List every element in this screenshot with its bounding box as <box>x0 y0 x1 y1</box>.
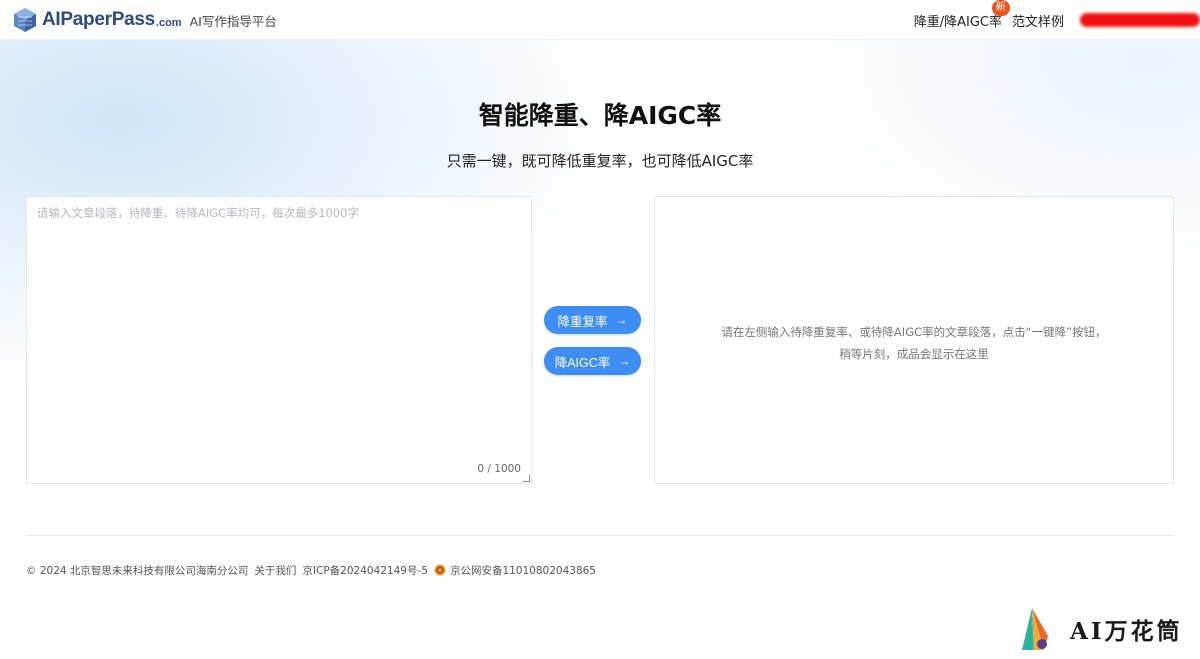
icp-link[interactable]: 京ICP备2024042149号-5 <box>302 563 428 578</box>
logo-name: AIPaperPass <box>42 9 155 30</box>
output-hint-line-2: 稍等片刻，成品会显示在这里 <box>839 347 989 361</box>
page-title: 智能降重、降AIGC率 <box>478 101 722 130</box>
footer-divider <box>26 535 1174 536</box>
new-badge: 新 <box>991 0 1010 16</box>
kaleidoscope-logo-icon <box>1022 608 1048 650</box>
output-hint-line-1: 请在左侧输入待降重复率、或待降AIGC率的文章段落，点击“一键降”按钮， <box>721 325 1107 339</box>
copyright-text: © 2024 北京智思未来科技有限公司海南分公司 <box>26 564 249 577</box>
nav-reduce-aigc[interactable]: 降重/降AIGC率 新 <box>913 0 1010 30</box>
reduce-aigc-button[interactable]: 降AIGC率 → <box>544 347 641 375</box>
input-panel: 0 / 1000 <box>26 196 532 484</box>
logo-suffix: .com <box>155 17 182 29</box>
site-tagline: AI写作指导平台 <box>189 13 277 29</box>
nav-reduce-label: 降重/降AIGC率 <box>913 14 1002 30</box>
about-link[interactable]: 关于我们 <box>254 563 296 578</box>
site-logo[interactable]: AIPaperPass .com AI写作指导平台 <box>12 7 277 33</box>
reduce-repeat-button[interactable]: 降重复率 → <box>544 306 641 334</box>
header-nav: 降重/降AIGC率 新 范文样例 <box>914 0 1200 40</box>
reduce-aigc-label: 降AIGC率 <box>554 355 611 370</box>
reduce-repeat-label: 降重复率 <box>557 314 608 329</box>
police-record-link[interactable]: 京公网安备11010802043865 <box>450 563 596 578</box>
watermark: AI万花筒 <box>1018 604 1188 654</box>
logo-icon <box>14 8 36 32</box>
arrow-right-icon: → <box>618 354 631 368</box>
resize-handle[interactable] <box>523 475 530 482</box>
page-subtitle: 只需一键，既可降低重复率，也可降低AIGC率 <box>446 152 754 170</box>
nav-samples[interactable]: 范文样例 <box>1012 11 1064 30</box>
watermark-text: AI万花筒 <box>1070 618 1183 645</box>
article-input[interactable] <box>27 197 531 483</box>
user-account-redacted[interactable] <box>1080 13 1200 27</box>
char-counter: 0 / 1000 <box>477 463 521 475</box>
top-navbar: AIPaperPass .com AI写作指导平台 降重/降AIGC率 新 范文… <box>0 0 1200 40</box>
output-panel: 请在左侧输入待降重复率、或待降AIGC率的文章段落，点击“一键降”按钮， 稍等片… <box>654 196 1174 484</box>
site-footer: © 2024 北京智思未来科技有限公司海南分公司 关于我们 京ICP备20240… <box>26 562 602 578</box>
arrow-right-icon: → <box>615 313 628 327</box>
police-badge-icon <box>434 564 446 576</box>
output-placeholder: 请在左侧输入待降重复率、或待降AIGC率的文章段落，点击“一键降”按钮， 稍等片… <box>655 321 1173 365</box>
